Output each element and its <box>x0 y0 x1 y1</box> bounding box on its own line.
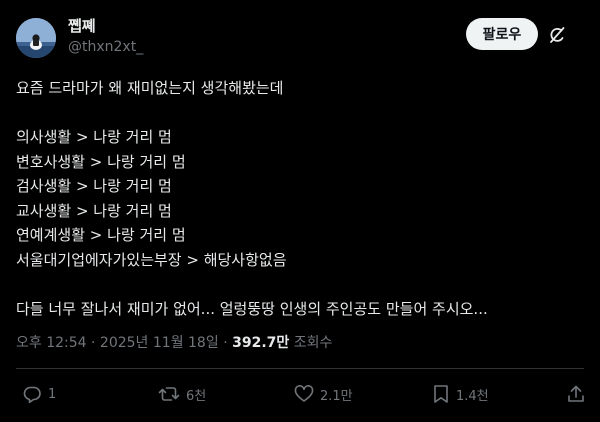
author-display-name[interactable]: 쪱쪠 <box>68 16 96 36</box>
divider <box>16 368 584 369</box>
heart-icon <box>294 385 314 402</box>
views-count: 392.7만 <box>232 335 290 351</box>
tweet-text: 요즘 드라마가 왜 재미없는지 생각해봤는데 의사생활 > 나랑 거리 멈 변호… <box>16 76 586 321</box>
share-icon <box>568 385 584 402</box>
bookmark-icon <box>434 385 448 403</box>
tweet-meta: 오후 12:54 · 2025년 11월 18일 · 392.7만 조회수 <box>16 333 332 353</box>
tweet-line-break <box>16 272 586 297</box>
follow-button[interactable]: 팔로우 <box>466 18 538 50</box>
reply-icon <box>23 386 41 404</box>
retweet-icon <box>158 387 180 401</box>
bookmark-count: 1.4천 <box>456 388 489 404</box>
tweet-line: 다들 너무 잘나서 재미가 없어... 얼렁뚱땅 인생의 주인공도 만들어 주시… <box>16 299 488 318</box>
share-button[interactable] <box>566 382 586 406</box>
views-label: 조회수 <box>293 335 333 351</box>
tweet-date[interactable]: 2025년 11월 18일 <box>100 335 219 351</box>
reply-button[interactable]: 1 <box>22 382 56 406</box>
bookmark-button[interactable]: 1.4천 <box>432 382 489 406</box>
tweet-line: 요즘 드라마가 왜 재미없는지 생각해봤는데 <box>16 79 284 97</box>
tweet-line: 서울대기업에자가있는부장 > 해당사항없음 <box>16 250 287 269</box>
tweet: 쪱쪠 @thxn2xt_ 팔로우 요즘 드라마가 왜 재미없는지 생각해봤는데 … <box>0 0 600 422</box>
retweet-count: 6천 <box>186 388 207 404</box>
tweet-line: 연예계생활 > 나랑 거리 멈 <box>16 226 186 244</box>
retweet-button[interactable]: 6천 <box>158 382 206 406</box>
meta-separator: · <box>223 335 228 351</box>
tweet-line-break <box>16 101 586 126</box>
avatar[interactable] <box>16 18 56 58</box>
author-handle[interactable]: @thxn2xt_ <box>68 38 143 56</box>
tweet-time[interactable]: 오후 12:54 <box>16 335 87 351</box>
reply-count: 1 <box>48 386 57 402</box>
avatar-image <box>16 18 56 58</box>
tweet-line: 교사생활 > 나랑 거리 멈 <box>16 201 172 220</box>
tweet-line: 의사생활 > 나랑 거리 멈 <box>16 128 172 146</box>
like-count: 2.1만 <box>320 388 353 404</box>
tweet-line: 변호사생활 > 나랑 거리 멈 <box>16 152 186 171</box>
tweet-line: 검사생활 > 나랑 거리 멈 <box>16 177 172 195</box>
meta-separator: · <box>91 335 96 351</box>
like-button[interactable]: 2.1만 <box>294 382 353 406</box>
grok-icon[interactable] <box>544 22 570 48</box>
